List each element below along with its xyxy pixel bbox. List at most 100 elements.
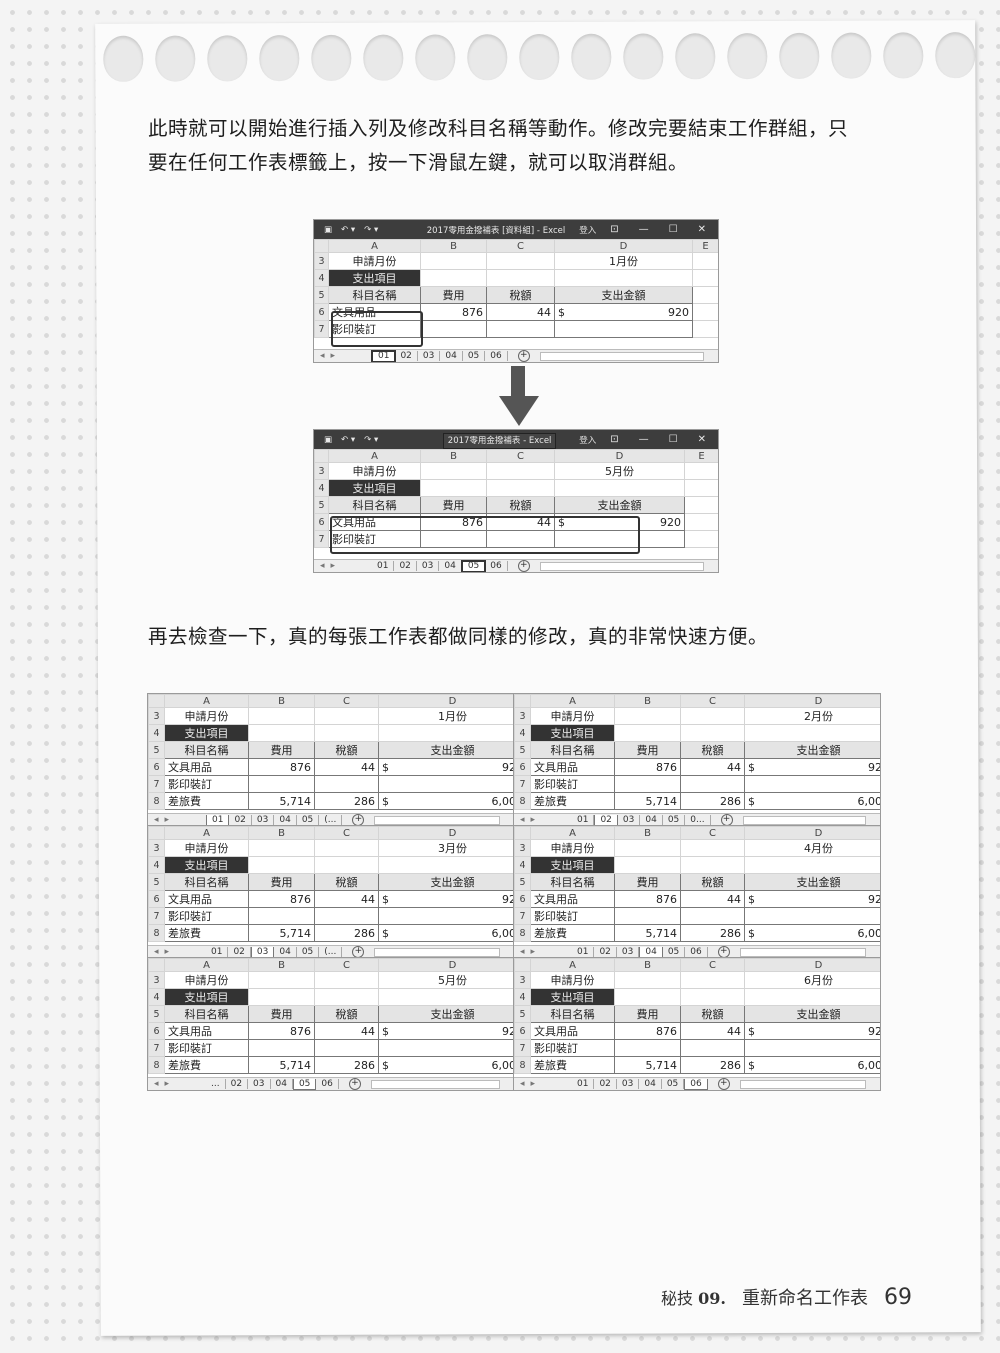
sheet-tab-03[interactable]: 03: [418, 351, 441, 361]
sheet-tab-05[interactable]: 05: [663, 947, 686, 957]
apply-month-label[interactable]: 申請月份: [530, 839, 615, 857]
row-header[interactable]: 4: [148, 988, 165, 1006]
row-header[interactable]: 4: [148, 856, 165, 874]
sheet-tab-03[interactable]: 03: [250, 946, 275, 958]
tax-cell[interactable]: 286: [314, 792, 379, 810]
tax-cell[interactable]: 44: [486, 303, 555, 321]
redo-icon[interactable]: ↷ ▾: [364, 225, 378, 235]
row-header[interactable]: 8: [148, 924, 165, 942]
corner-cell[interactable]: [148, 958, 165, 972]
column-title-cell[interactable]: 費用: [614, 741, 681, 759]
item-name-cell[interactable]: 文具用品: [164, 890, 249, 908]
column-header[interactable]: D: [378, 958, 514, 972]
column-title-cell[interactable]: 支出金額: [554, 496, 685, 514]
column-title-cell[interactable]: 稅額: [314, 741, 379, 759]
amount-cell[interactable]: $920: [744, 890, 880, 908]
row-header[interactable]: 5: [148, 1005, 165, 1023]
sheet-tab-01[interactable]: 01: [372, 561, 395, 571]
row-header[interactable]: 6: [148, 890, 165, 908]
fee-cell[interactable]: 876: [248, 890, 315, 908]
column-title-cell[interactable]: 科目名稱: [164, 873, 249, 891]
maximize-icon[interactable]: ☐: [669, 224, 678, 235]
sheet-tab-06[interactable]: 06: [485, 351, 508, 361]
column-title-cell[interactable]: 稅額: [314, 873, 379, 891]
sheet-tab-03[interactable]: 03: [617, 947, 640, 957]
fee-cell[interactable]: 876: [248, 1022, 315, 1040]
fee-cell[interactable]: 876: [420, 303, 487, 321]
month-cell[interactable]: 1月份: [554, 252, 693, 270]
item-name-cell[interactable]: 文具用品: [164, 1022, 249, 1040]
sheet-tab-02[interactable]: 02: [594, 814, 618, 826]
tab-scroll-arrows[interactable]: ◂▸: [314, 561, 372, 571]
add-sheet-icon[interactable]: +: [348, 1078, 361, 1090]
fee-cell[interactable]: 5,714: [248, 924, 315, 942]
fee-cell[interactable]: [248, 775, 315, 793]
row-header[interactable]: 7: [514, 907, 531, 925]
item-name-cell[interactable]: 文具用品: [530, 758, 615, 776]
corner-cell[interactable]: [148, 694, 165, 708]
item-name-cell[interactable]: 差旅費: [164, 792, 249, 810]
fee-cell[interactable]: 5,714: [614, 1056, 681, 1074]
sheet-tab-05[interactable]: 05: [463, 351, 486, 361]
horizontal-scrollbar[interactable]: [742, 815, 866, 825]
column-title-cell[interactable]: 支出金額: [744, 1005, 880, 1023]
sheet-tab-06[interactable]: 06: [684, 1078, 708, 1090]
column-header[interactable]: D: [378, 826, 514, 840]
column-header[interactable]: B: [420, 449, 487, 463]
apply-month-label[interactable]: 申請月份: [530, 707, 615, 725]
sheet-tab-05[interactable]: 05: [663, 815, 686, 825]
amount-cell[interactable]: [378, 1039, 514, 1057]
month-cell[interactable]: 5月份: [554, 462, 685, 480]
sheet-tab-04[interactable]: 04: [639, 946, 663, 958]
row-header[interactable]: 6: [514, 758, 531, 776]
expense-item-cell[interactable]: 支出項目: [328, 269, 421, 287]
tax-cell[interactable]: [486, 320, 555, 338]
row-header[interactable]: 3: [514, 839, 531, 857]
row-header[interactable]: 7: [148, 1039, 165, 1057]
column-title-cell[interactable]: 科目名稱: [530, 1005, 615, 1023]
sheet-tab-...[interactable]: ...: [206, 1079, 226, 1089]
fee-cell[interactable]: 876: [614, 890, 681, 908]
row-header[interactable]: 3: [148, 707, 165, 725]
column-title-cell[interactable]: 科目名稱: [328, 286, 421, 304]
row-header[interactable]: 8: [148, 792, 165, 810]
expense-item-cell[interactable]: 支出項目: [530, 724, 615, 742]
expense-item-cell[interactable]: 支出項目: [164, 988, 249, 1006]
close-icon[interactable]: ✕: [698, 224, 706, 235]
tax-cell[interactable]: 44: [680, 890, 745, 908]
sheet-tab-03[interactable]: 03: [252, 815, 275, 825]
column-title-cell[interactable]: 稅額: [314, 1005, 379, 1023]
fee-cell[interactable]: 5,714: [248, 1056, 315, 1074]
amount-cell[interactable]: $920: [554, 303, 693, 321]
apply-month-label[interactable]: 申請月份: [164, 707, 249, 725]
row-header[interactable]: 6: [148, 758, 165, 776]
tax-cell[interactable]: 44: [314, 758, 379, 776]
horizontal-scrollbar[interactable]: [539, 561, 704, 571]
sheet-tab-05[interactable]: 05: [662, 1079, 685, 1089]
column-header[interactable]: E: [684, 449, 718, 463]
row-header[interactable]: 4: [314, 269, 329, 287]
row-header[interactable]: 7: [514, 775, 531, 793]
tab-scroll-arrows[interactable]: ◂▸: [148, 1079, 206, 1089]
undo-icon[interactable]: ↶ ▾: [341, 435, 355, 445]
horizontal-scrollbar[interactable]: [374, 815, 500, 825]
item-name-cell[interactable]: 差旅費: [530, 924, 615, 942]
row-header[interactable]: 7: [514, 1039, 531, 1057]
row-header[interactable]: 8: [514, 1056, 531, 1074]
amount-cell[interactable]: $920: [378, 1022, 514, 1040]
amount-cell[interactable]: [378, 907, 514, 925]
tax-cell[interactable]: 286: [314, 1056, 379, 1074]
column-title-cell[interactable]: 稅額: [486, 286, 555, 304]
fee-cell[interactable]: 5,714: [248, 792, 315, 810]
row-header[interactable]: 4: [514, 988, 531, 1006]
horizontal-scrollbar[interactable]: [739, 947, 866, 957]
corner-cell[interactable]: [514, 826, 531, 840]
sheet-tab-02[interactable]: 02: [226, 1079, 249, 1089]
row-header[interactable]: 3: [314, 462, 329, 480]
amount-cell[interactable]: [744, 1039, 880, 1057]
tab-scroll-arrows[interactable]: ◂▸: [314, 351, 372, 361]
row-header[interactable]: 4: [514, 856, 531, 874]
column-title-cell[interactable]: 費用: [248, 873, 315, 891]
tax-cell[interactable]: [680, 1039, 745, 1057]
item-name-cell[interactable]: 差旅費: [530, 792, 615, 810]
